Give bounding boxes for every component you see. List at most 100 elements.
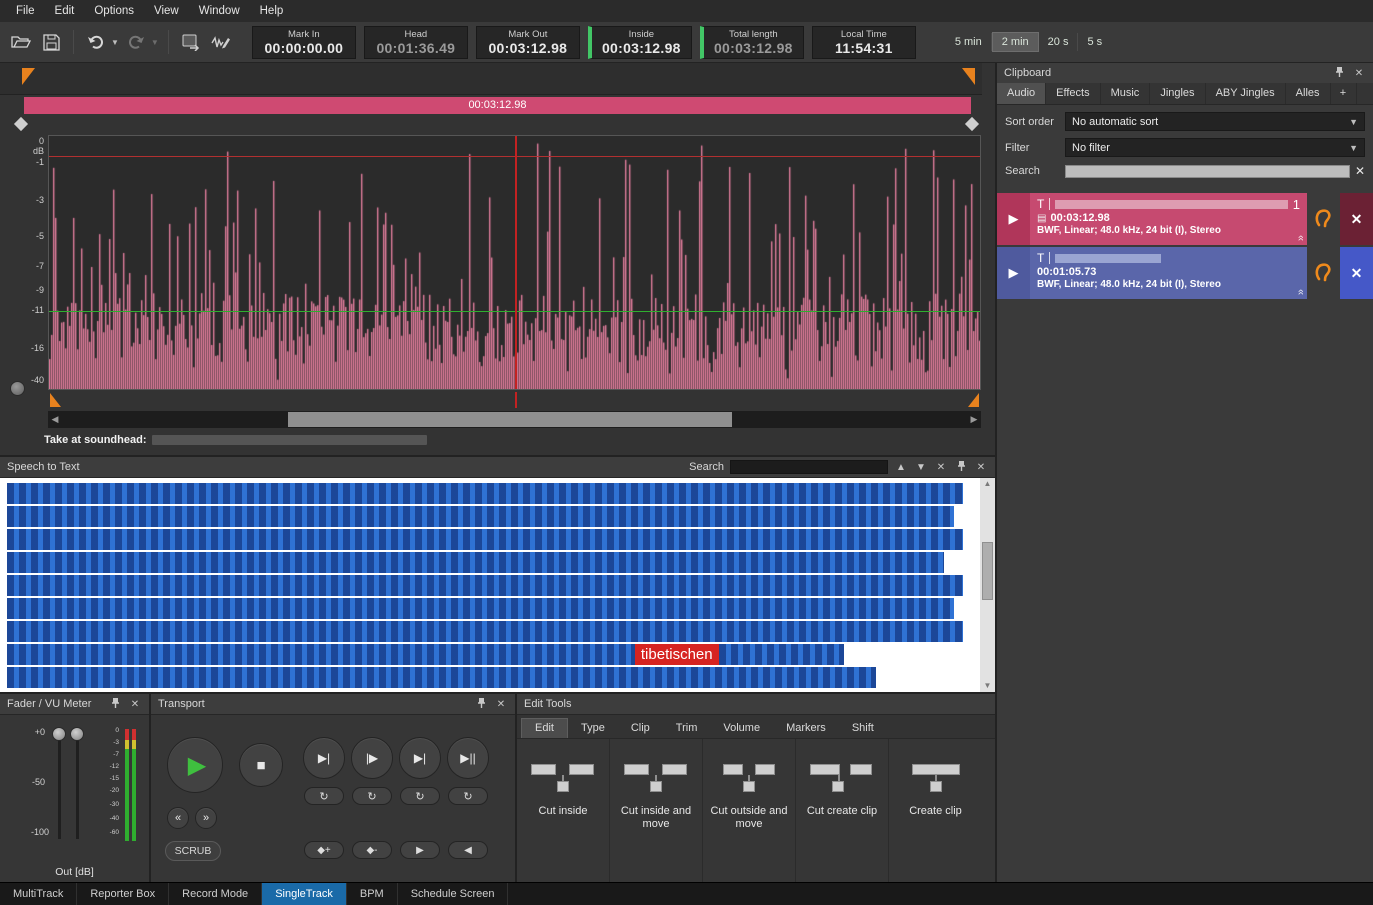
item-delete-button[interactable]: ✕ <box>1340 247 1373 299</box>
item-delete-button[interactable]: ✕ <box>1340 193 1373 245</box>
filter-select[interactable]: No filter ▼ <box>1065 138 1365 157</box>
tab-music[interactable]: Music <box>1101 83 1151 104</box>
pin-icon[interactable] <box>108 697 122 712</box>
pin-icon[interactable] <box>474 697 488 712</box>
sort-order-select[interactable]: No automatic sort ▼ <box>1065 112 1365 131</box>
zoom-20s-button[interactable]: 20 s <box>1039 33 1079 51</box>
cut-outside-move-button[interactable]: Cut outside and move <box>703 739 796 882</box>
cut-inside-move-button[interactable]: Cut inside and move <box>610 739 703 882</box>
playhead-cursor[interactable] <box>515 136 517 389</box>
menu-help[interactable]: Help <box>250 0 294 22</box>
waveform-plot[interactable] <box>48 135 981 390</box>
scroll-track[interactable] <box>62 411 967 428</box>
save-icon[interactable] <box>38 29 64 55</box>
loop-button-2[interactable]: ↻ <box>352 787 392 805</box>
undo-dropdown-icon[interactable]: ▼ <box>111 38 119 47</box>
scroll-thumb[interactable] <box>982 542 993 600</box>
scroll-down-icon[interactable]: ▼ <box>984 680 992 692</box>
play-pause-button[interactable]: ▶|| <box>447 737 489 779</box>
clipboard-item[interactable]: ▶ T 1 ▤ 00:03:12.98 BWF, Linear; 48.0 k <box>997 193 1373 245</box>
item-play-button[interactable]: ▶ <box>997 247 1030 299</box>
waveform-edit-icon[interactable] <box>208 29 234 55</box>
create-clip-button[interactable]: Create clip <box>889 739 982 882</box>
search-prev-icon[interactable]: ▲ <box>894 462 908 473</box>
right-handle-icon[interactable] <box>965 117 979 131</box>
pin-icon[interactable] <box>954 460 968 475</box>
zoom-5min-button[interactable]: 5 min <box>946 33 992 51</box>
waveform-hscrollbar[interactable]: ◀ ▶ <box>48 411 981 428</box>
play-from-cursor-button[interactable]: |▶ <box>351 737 393 779</box>
stt-vscrollbar[interactable]: ▲ ▼ <box>980 478 995 692</box>
item-body[interactable]: T 00:01:05.73 BWF, Linear; 48.0 kHz, 24 … <box>1030 247 1307 299</box>
undo-icon[interactable] <box>83 29 109 55</box>
tab-record-mode[interactable]: Record Mode <box>169 883 262 905</box>
cut-inside-button[interactable]: Cut inside <box>517 739 610 882</box>
redo-dropdown-icon[interactable]: ▼ <box>151 38 159 47</box>
play-to-cursor-button[interactable]: ▶| <box>303 737 345 779</box>
gain-knob[interactable] <box>10 381 25 396</box>
menu-view[interactable]: View <box>144 0 189 22</box>
pin-icon[interactable] <box>1332 66 1346 81</box>
item-body[interactable]: T 1 ▤ 00:03:12.98 BWF, Linear; 48.0 kHz,… <box>1030 193 1307 245</box>
tab-bpm[interactable]: BPM <box>347 883 398 905</box>
collapse-chevrons-icon[interactable]: » <box>1295 289 1307 295</box>
highlighted-word[interactable]: tibetischen <box>635 644 719 665</box>
selection-overview-bar[interactable]: 00:03:12.98 <box>24 97 971 114</box>
stt-search-input[interactable] <box>730 460 888 474</box>
search-next-icon[interactable]: ▼ <box>914 462 928 473</box>
tab-clip[interactable]: Clip <box>618 719 663 738</box>
zoom-2min-button[interactable]: 2 min <box>992 32 1039 52</box>
tab-singletrack[interactable]: SingleTrack <box>262 883 347 905</box>
loop-button-4[interactable]: ↻ <box>448 787 488 805</box>
tab-trim[interactable]: Trim <box>663 719 711 738</box>
export-take-icon[interactable] <box>178 29 204 55</box>
tab-jingles[interactable]: Jingles <box>1150 83 1205 104</box>
loop-button-1[interactable]: ↻ <box>304 787 344 805</box>
stop-button[interactable]: ■ <box>239 743 283 787</box>
play-button[interactable]: ▶ <box>167 737 223 793</box>
mark-out-flag-icon[interactable] <box>962 68 975 85</box>
scroll-up-icon[interactable]: ▲ <box>984 478 992 490</box>
mark-in-flag-icon[interactable] <box>22 68 35 85</box>
scroll-left-icon[interactable]: ◀ <box>48 414 62 425</box>
menu-window[interactable]: Window <box>189 0 250 22</box>
close-icon[interactable]: ✕ <box>1352 68 1366 79</box>
close-icon[interactable]: ✕ <box>494 699 508 710</box>
redo-icon[interactable] <box>123 29 149 55</box>
cut-create-clip-button[interactable]: Cut create clip <box>796 739 889 882</box>
clipboard-item[interactable]: ▶ T 00:01:05.73 BWF, Linear; 48.0 kHz, 2… <box>997 247 1373 299</box>
remove-marker-button[interactable]: ◆- <box>352 841 392 859</box>
menu-file[interactable]: File <box>6 0 45 22</box>
scrub-button[interactable]: SCRUB <box>165 841 221 861</box>
search-clear-icon[interactable]: ✕ <box>934 462 948 473</box>
tab-effects[interactable]: Effects <box>1046 83 1100 104</box>
collapse-chevrons-icon[interactable]: » <box>1295 235 1307 241</box>
prev-marker-button[interactable]: ◀ <box>448 841 488 859</box>
tab-schedule-screen[interactable]: Schedule Screen <box>398 883 509 905</box>
clipboard-search-input[interactable] <box>1065 165 1350 178</box>
fader-track-left[interactable] <box>58 731 61 839</box>
add-marker-button[interactable]: ◆+ <box>304 841 344 859</box>
zoom-5s-button[interactable]: 5 s <box>1078 33 1111 51</box>
tab-volume[interactable]: Volume <box>710 719 773 738</box>
fader-knob-left[interactable] <box>52 727 66 741</box>
scroll-right-icon[interactable]: ▶ <box>967 414 981 425</box>
skip-forward-button[interactable]: » <box>195 807 217 829</box>
add-tab-button[interactable]: + <box>1331 83 1357 104</box>
mark-out-bottom-flag-icon[interactable] <box>968 393 979 407</box>
tab-shift[interactable]: Shift <box>839 719 887 738</box>
tab-aby-jingles[interactable]: ABY Jingles <box>1206 83 1286 104</box>
fader-track-right[interactable] <box>76 731 79 839</box>
prelisten-ear-button[interactable] <box>1307 193 1340 245</box>
tab-audio[interactable]: Audio <box>997 83 1046 104</box>
prelisten-ear-button[interactable] <box>1307 247 1340 299</box>
item-play-button[interactable]: ▶ <box>997 193 1030 245</box>
mark-in-bottom-flag-icon[interactable] <box>50 393 61 407</box>
stt-transcript[interactable]: tibetischen ▲ ▼ <box>0 478 995 692</box>
tab-reporter-box[interactable]: Reporter Box <box>77 883 169 905</box>
tab-multitrack[interactable]: MultiTrack <box>0 883 77 905</box>
tab-alles[interactable]: Alles <box>1286 83 1331 104</box>
left-handle-icon[interactable] <box>14 117 28 131</box>
tab-type[interactable]: Type <box>568 719 618 738</box>
tab-markers[interactable]: Markers <box>773 719 839 738</box>
